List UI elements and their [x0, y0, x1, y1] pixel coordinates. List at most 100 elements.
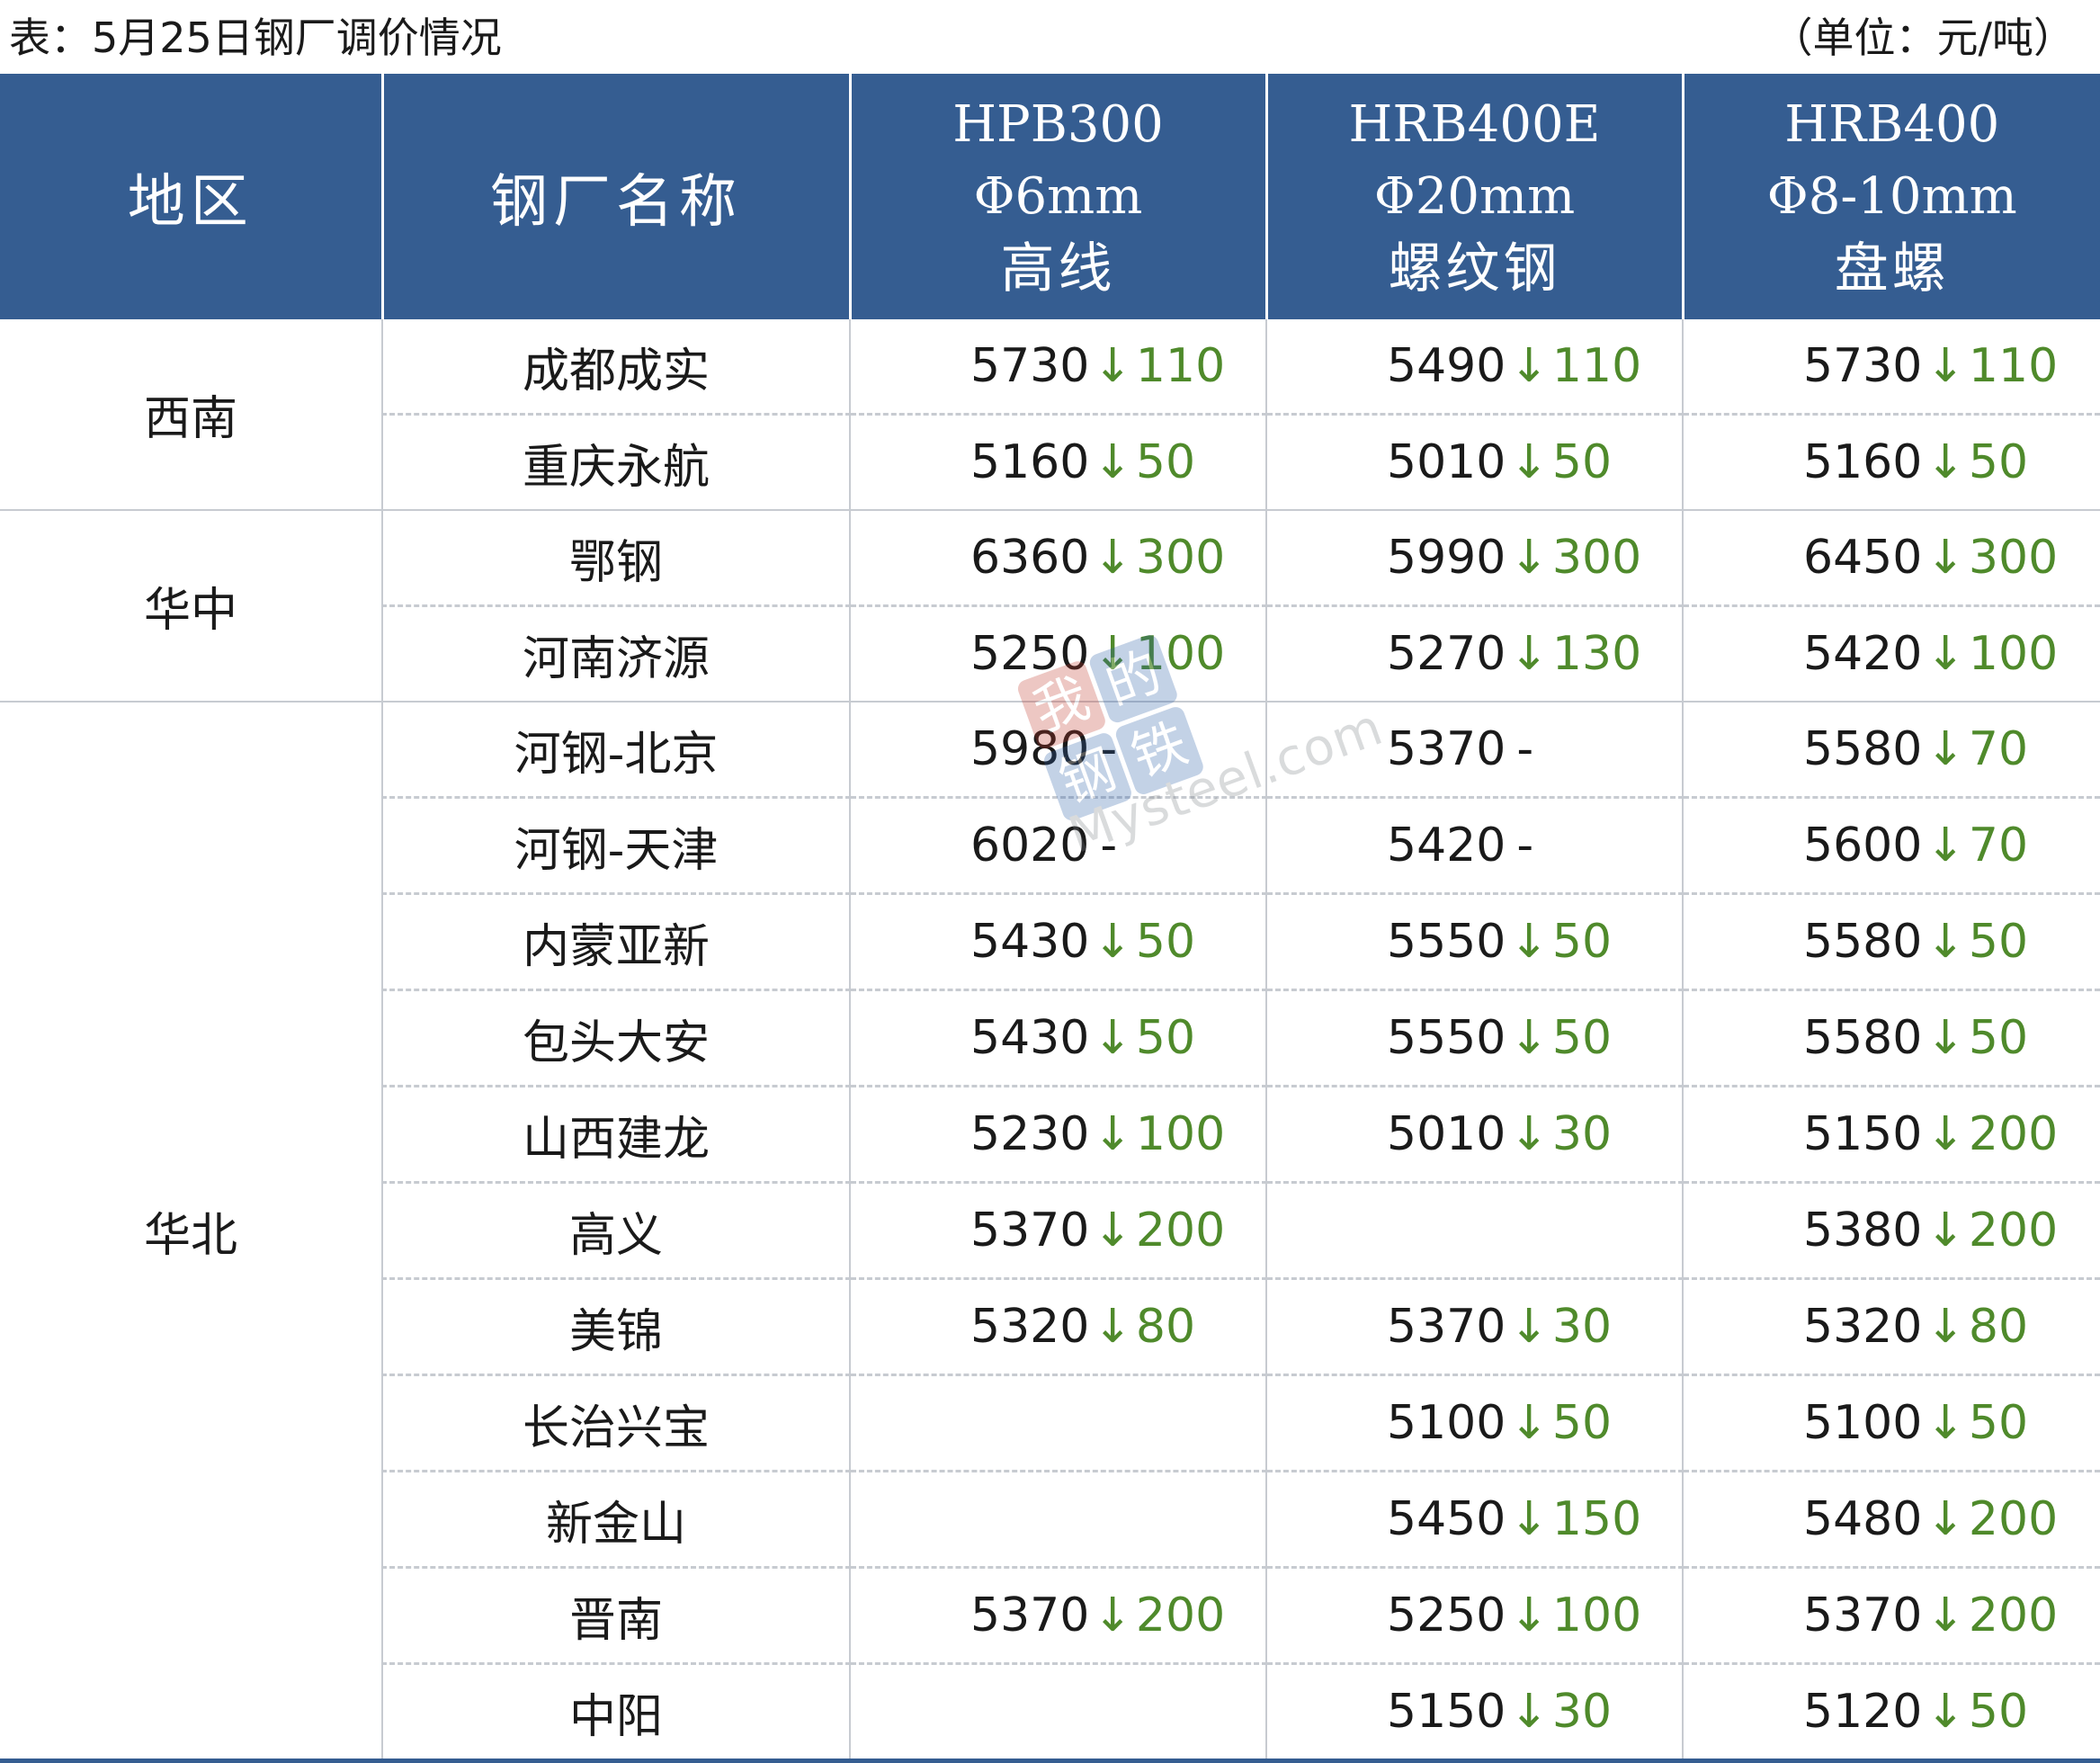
mill-name-cell: 山西建龙 [382, 1086, 851, 1184]
header-hpb300: HPB300 Φ6mm 高线 [850, 74, 1268, 319]
price-value: 5250 [1387, 1588, 1506, 1642]
down-arrow-icon: ↓ [1509, 1107, 1549, 1161]
price-change: 50 [1551, 435, 1613, 489]
price-value: 5370 [970, 1588, 1090, 1642]
down-arrow-icon: ↓ [1926, 531, 1965, 585]
price-cell-hrb400e: 5010↓50 [1266, 414, 1684, 511]
price-change: 70 [1968, 819, 2029, 873]
mill-name-cell: 晋南 [382, 1567, 851, 1665]
header-hpb300-spec: Φ6mm [973, 166, 1143, 226]
price-change: 50 [1551, 915, 1613, 969]
down-arrow-icon: ↓ [1926, 1107, 1965, 1161]
price-cell-hrb400: 5120↓50 [1683, 1663, 2100, 1763]
price-change: 50 [1135, 435, 1196, 489]
price-cell-hrb400: 5480↓200 [1683, 1471, 2100, 1569]
price-value: 5430 [970, 915, 1090, 969]
down-arrow-icon: ↓ [1926, 627, 1965, 681]
price-change: 130 [1551, 627, 1642, 681]
price-value: 5370 [1387, 1300, 1506, 1354]
down-arrow-icon: ↓ [1926, 722, 1965, 776]
price-cell-hpb300: 5430↓50 [850, 893, 1267, 991]
price-cell-hrb400e: 5450↓150 [1266, 1471, 1684, 1569]
price-value: 5580 [1803, 722, 1923, 776]
no-change-dash: - [1516, 722, 1534, 776]
mill-name-cell: 美锦 [382, 1278, 851, 1376]
mill-name-cell: 中阳 [382, 1663, 851, 1763]
price-cell-hrb400: 6450↓300 [1683, 510, 2100, 607]
down-arrow-icon: ↓ [1926, 339, 1965, 393]
down-arrow-icon: ↓ [1509, 339, 1549, 393]
price-cell-hrb400e: 5990↓300 [1266, 510, 1684, 607]
price-cell-hrb400: 5370↓200 [1683, 1567, 2100, 1665]
down-arrow-icon: ↓ [1926, 819, 1965, 873]
price-cell-hpb300: 6020- [850, 797, 1267, 895]
down-arrow-icon: ↓ [1926, 915, 1965, 969]
price-change: 200 [1968, 1204, 2059, 1257]
price-value: 5120 [1803, 1685, 1923, 1739]
price-value: 5480 [1803, 1492, 1923, 1546]
price-change: 200 [1968, 1492, 2059, 1546]
caption-row: 表：5月25日钢厂调价情况 （单位：元/吨） [0, 0, 2100, 74]
price-cell-hpb300 [850, 1663, 1267, 1763]
price-value: 5250 [970, 627, 1090, 681]
price-cell-hrb400: 5420↓100 [1683, 605, 2100, 703]
price-value: 6450 [1803, 531, 1923, 585]
price-cell-hpb300: 5430↓50 [850, 989, 1267, 1087]
price-change: 30 [1551, 1685, 1613, 1739]
price-cell-hpb300: 5370↓200 [850, 1567, 1267, 1665]
down-arrow-icon: ↓ [1509, 1011, 1549, 1065]
mill-name-cell: 包头大安 [382, 989, 851, 1087]
price-value: 5580 [1803, 915, 1923, 969]
down-arrow-icon: ↓ [1926, 1011, 1965, 1065]
price-cell-hrb400: 5600↓70 [1683, 797, 2100, 895]
price-value: 5550 [1387, 1011, 1506, 1065]
table-row: 华北 河钢-北京 5980-5370-5580↓70 [0, 702, 2100, 1763]
price-cell-hrb400e: 5370↓30 [1266, 1278, 1684, 1376]
table-body: 西南 成都成实 5730↓110 5490↓110 5730↓110 重庆永航 5160↓5… [0, 319, 2100, 1763]
price-value: 5730 [970, 339, 1090, 393]
price-change: 100 [1135, 627, 1226, 681]
price-cell-hrb400: 5380↓200 [1683, 1182, 2100, 1280]
price-cell-hpb300: 5160↓50 [850, 414, 1267, 511]
price-value: 6020 [970, 819, 1090, 873]
price-cell-hrb400e: 5100↓50 [1266, 1374, 1684, 1472]
down-arrow-icon: ↓ [1509, 1396, 1549, 1450]
price-cell-hpb300: 5370↓200 [850, 1182, 1267, 1280]
price-cell-hrb400e: 5550↓50 [1266, 893, 1684, 991]
mill-name-cell: 高义 [382, 1182, 851, 1280]
price-change: 300 [1968, 531, 2059, 585]
price-value: 5450 [1387, 1492, 1506, 1546]
price-change: 30 [1551, 1107, 1613, 1161]
mill-name-cell: 鄂钢 [382, 510, 851, 607]
price-value: 5600 [1803, 819, 1923, 873]
price-change: 80 [1968, 1300, 2029, 1354]
price-value: 5420 [1387, 819, 1506, 873]
price-change: 300 [1135, 531, 1226, 585]
price-change: 300 [1551, 531, 1642, 585]
mill-name-cell: 内蒙亚新 [382, 893, 851, 991]
price-change: 50 [1968, 435, 2029, 489]
header-hrb400e-type: 螺纹钢 [1388, 237, 1561, 300]
region-cell: 华中 [0, 510, 383, 703]
price-change: 200 [1968, 1588, 2059, 1642]
price-value: 5370 [970, 1204, 1090, 1257]
price-cell-hrb400e: 5270↓130 [1266, 605, 1684, 703]
down-arrow-icon: ↓ [1926, 1300, 1965, 1354]
price-cell-hrb400: 5580↓50 [1683, 989, 2100, 1087]
region-cell: 西南 [0, 319, 383, 511]
down-arrow-icon: ↓ [1093, 1204, 1132, 1257]
table-row: 西南 成都成实 5730↓110 5490↓110 5730↓110 [0, 319, 2100, 511]
mill-name-cell: 河钢-北京 [382, 702, 851, 799]
table-title: 表：5月25日钢厂调价情况 [9, 13, 502, 62]
mill-name-cell: 成都成实 [382, 319, 851, 416]
down-arrow-icon: ↓ [1509, 1588, 1549, 1642]
price-value: 5370 [1387, 722, 1506, 776]
price-cell-hpb300: 5250↓100 [850, 605, 1267, 703]
price-value: 5230 [970, 1107, 1090, 1161]
price-value: 5160 [1803, 435, 1923, 489]
price-change: 110 [1135, 339, 1226, 393]
down-arrow-icon: ↓ [1509, 531, 1549, 585]
price-change: 80 [1135, 1300, 1196, 1354]
price-change: 50 [1968, 1011, 2029, 1065]
price-adjustment-table: 地区 钢厂名称 HPB300 Φ6mm 高线 HRB400E Φ20mm 螺纹钢… [0, 74, 2100, 1763]
